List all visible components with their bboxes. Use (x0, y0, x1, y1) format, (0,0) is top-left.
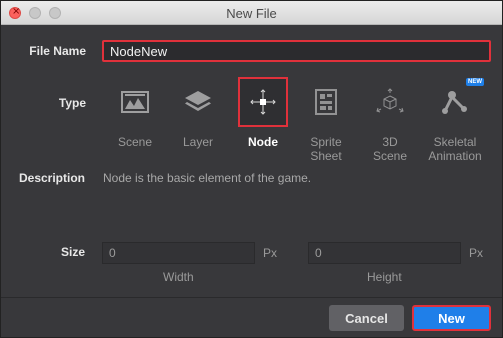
width-input[interactable] (102, 242, 255, 264)
3d-scene-icon (365, 77, 415, 127)
size-label: Size (60, 245, 85, 259)
height-unit: Px (469, 246, 484, 260)
sprite-sheet-icon (301, 77, 351, 127)
width-label: Width (163, 270, 194, 284)
type-option-scene[interactable]: Scene (105, 77, 165, 149)
type-label-node: Node (248, 135, 278, 149)
new-button[interactable]: New (412, 305, 491, 331)
description-text: Node is the basic element of the game. (103, 171, 312, 185)
title-bar: × New File (1, 1, 502, 25)
type-label-scene: Scene (117, 135, 153, 149)
file-name-input[interactable] (102, 40, 491, 62)
scene-icon (110, 77, 160, 127)
type-option-layer[interactable]: Layer (168, 77, 228, 149)
description-label: Description (18, 171, 85, 185)
footer-divider (1, 297, 502, 298)
file-name-label: File Name (29, 44, 86, 58)
type-label-layer: Layer (182, 135, 214, 149)
type-option-node[interactable]: Node (233, 77, 293, 149)
type-label-skeletal-animation: Skeletal Animation (428, 135, 482, 163)
type-option-sprite-sheet[interactable]: Sprite Sheet (296, 77, 356, 163)
node-icon (238, 77, 288, 127)
type-label: Type (58, 96, 86, 110)
window-title: New File (226, 6, 277, 21)
new-file-dialog: × New File File Name Type Scene Layer (0, 0, 503, 338)
layer-icon (173, 77, 223, 127)
cancel-button[interactable]: Cancel (329, 305, 404, 331)
height-label: Height (367, 270, 402, 284)
width-unit: Px (263, 246, 278, 260)
type-option-3d-scene[interactable]: 3D Scene (360, 77, 420, 163)
new-badge: NEW (466, 78, 484, 86)
type-label-3d-scene: 3D Scene (372, 135, 408, 163)
height-input[interactable] (308, 242, 461, 264)
type-option-skeletal-animation[interactable]: NEW Skeletal Animation (425, 77, 485, 163)
type-label-sprite-sheet: Sprite Sheet (310, 135, 342, 163)
skeletal-animation-icon: NEW (430, 77, 484, 127)
